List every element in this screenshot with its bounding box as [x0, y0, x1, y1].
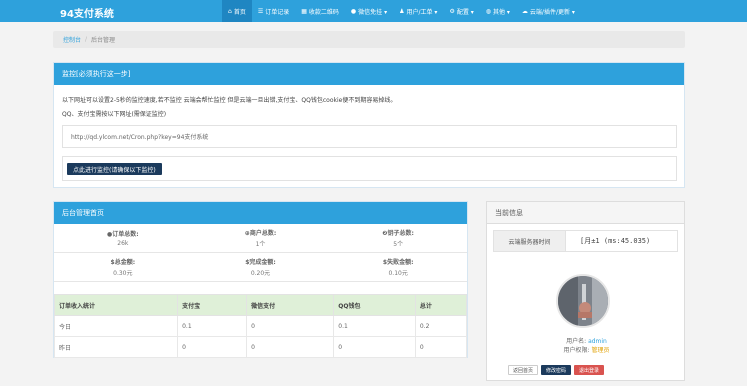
main-nav: ⌂ 首页 ☰ 订单记录 ▦ 收款二维码 ● 微信免挂 ▾ ♟ 用户/工单 ▾ ⚙ 配置 ▾ …: [222, 0, 581, 22]
nav-users[interactable]: ♟ 用户/工单 ▾: [393, 0, 443, 22]
qrcode-icon: ▦: [301, 7, 307, 15]
stats-panel: 后台管理首页 ●订单总数: 26k ⊕商户总数: 1个 ❷钥子总数: 5个 $总金额:…: [53, 201, 468, 358]
table-cell: 昨日: [53, 336, 179, 358]
table-cell: 0: [246, 315, 335, 337]
logout-button[interactable]: 退出登录: [574, 365, 605, 375]
wechat-icon: ●: [350, 7, 357, 15]
table-cell: 今日: [53, 315, 179, 337]
table-header: 微信支付: [246, 294, 335, 316]
table-header: 订单收入统计: [53, 294, 179, 316]
breadcrumb-separator: /: [85, 36, 88, 43]
user-role: 管理员: [591, 347, 610, 354]
stat-keys: ❷钥子总数: 5个: [382, 230, 414, 248]
nav-cloud[interactable]: ☁ 云端/插件/更新 ▾: [516, 0, 581, 22]
stats-grid: ●订单总数: 26k ⊕商户总数: 1个 ❷钥子总数: 5个 $总金额: 0.30元 $…: [54, 224, 467, 282]
stats-row: $总金额: 0.30元 $完成金额: 0.20元 $失败金额: 0.10元: [54, 253, 467, 282]
avatar-image: [558, 276, 608, 326]
stat-failed-amount: $失败金额: 0.10元: [382, 259, 414, 277]
table-header: QQ钱包: [333, 294, 416, 316]
server-time-label: 云端服务器时间: [494, 231, 566, 251]
user-actions: 返回首页 修改密码 退出登录: [508, 365, 605, 375]
stat-total-amount: $总金额: 0.30元: [110, 259, 136, 277]
breadcrumb-home[interactable]: 控制台: [63, 35, 81, 44]
username: admin: [588, 338, 607, 345]
breadcrumb-current: 后台管理: [91, 37, 116, 44]
globe-icon: ◍: [485, 7, 491, 15]
monitor-description: 以下网址可以设置2-5秒的监控速度,若不监控 云端会帮忙监控 但是云端一旦出错,…: [62, 97, 397, 104]
table-cell: 0: [414, 336, 468, 358]
table-cell: 0: [333, 336, 416, 358]
table-cell: 0.1: [333, 315, 416, 337]
stats-title: 后台管理首页: [54, 202, 467, 224]
role-line: 用户权限: 管理员: [563, 347, 610, 354]
nav-orders[interactable]: ☰ 订单记录: [252, 0, 295, 22]
table-cell: 0: [177, 336, 248, 358]
nav-other[interactable]: ◍ 其他 ▾: [480, 0, 516, 22]
info-panel: 当前信息 云端服务器时间 [月±1 (ms:45.035) 用户名: admin…: [486, 201, 685, 381]
table-row: 昨日 0 0 0 0: [53, 336, 468, 358]
server-time-value: [月±1 (ms:45.035): [580, 237, 651, 245]
table-row: 今日 0.1 0 0.1 0.2: [53, 315, 468, 337]
monitor-note: QQ、支付宝需按以下网址(需保证监控): [62, 111, 167, 118]
nav-home[interactable]: ⌂ 首页: [222, 0, 252, 22]
gear-icon: ⚙: [449, 7, 455, 15]
income-table: 订单收入统计 支付宝 微信支付 QQ钱包 总计 今日 0.1 0 0.1 0.2…: [53, 294, 468, 358]
avatar: [556, 274, 610, 328]
nav-wechat[interactable]: ● 微信免挂 ▾: [345, 0, 393, 22]
stats-row: ●订单总数: 26k ⊕商户总数: 1个 ❷钥子总数: 5个: [54, 224, 467, 253]
monitor-button-box: 点此进行监控(请确保以下监控): [62, 156, 677, 181]
breadcrumb: 控制台 / 后台管理: [53, 31, 685, 48]
start-monitor-button[interactable]: 点此进行监控(请确保以下监控): [67, 163, 162, 175]
user-icon: ♟: [399, 7, 405, 15]
table-header: 支付宝: [177, 294, 248, 316]
home-icon: ⌂: [228, 7, 232, 15]
table-header-row: 订单收入统计 支付宝 微信支付 QQ钱包 总计: [53, 294, 468, 316]
app-title[interactable]: 94支付系统: [60, 5, 114, 20]
change-password-button[interactable]: 修改密码: [541, 365, 572, 375]
back-home-button[interactable]: 返回首页: [508, 365, 539, 375]
server-time-box: 云端服务器时间 [月±1 (ms:45.035): [493, 230, 678, 252]
table-cell: 0: [246, 336, 335, 358]
table-header: 总计: [414, 294, 468, 316]
username-line: 用户名: admin: [566, 338, 607, 345]
list-icon: ☰: [257, 7, 264, 15]
cloud-icon: ☁: [521, 7, 528, 15]
stat-completed-amount: $完成金额: 0.20元: [245, 259, 276, 277]
top-navbar: 94支付系统 ⌂ 首页 ☰ 订单记录 ▦ 收款二维码 ● 微信免挂 ▾ ♟ 用户/工单 ▾…: [0, 0, 747, 22]
nav-config[interactable]: ⚙ 配置 ▾: [443, 0, 479, 22]
nav-qrcode[interactable]: ▦ 收款二维码: [295, 0, 345, 22]
info-title: 当前信息: [487, 202, 684, 224]
table-cell: 0.1: [177, 315, 248, 337]
monitor-url[interactable]: http://qd.ylcom.net/Cron.php?key=94支付系统: [62, 125, 677, 148]
stat-orders: ●订单总数: 26k: [107, 231, 139, 247]
monitor-title: 监控[必须执行这一步]: [54, 63, 684, 85]
stat-merchants: ⊕商户总数: 1个: [244, 230, 277, 248]
table-cell: 0.2: [414, 315, 468, 337]
monitor-panel: 监控[必须执行这一步] 以下网址可以设置2-5秒的监控速度,若不监控 云端会帮忙…: [53, 62, 685, 188]
